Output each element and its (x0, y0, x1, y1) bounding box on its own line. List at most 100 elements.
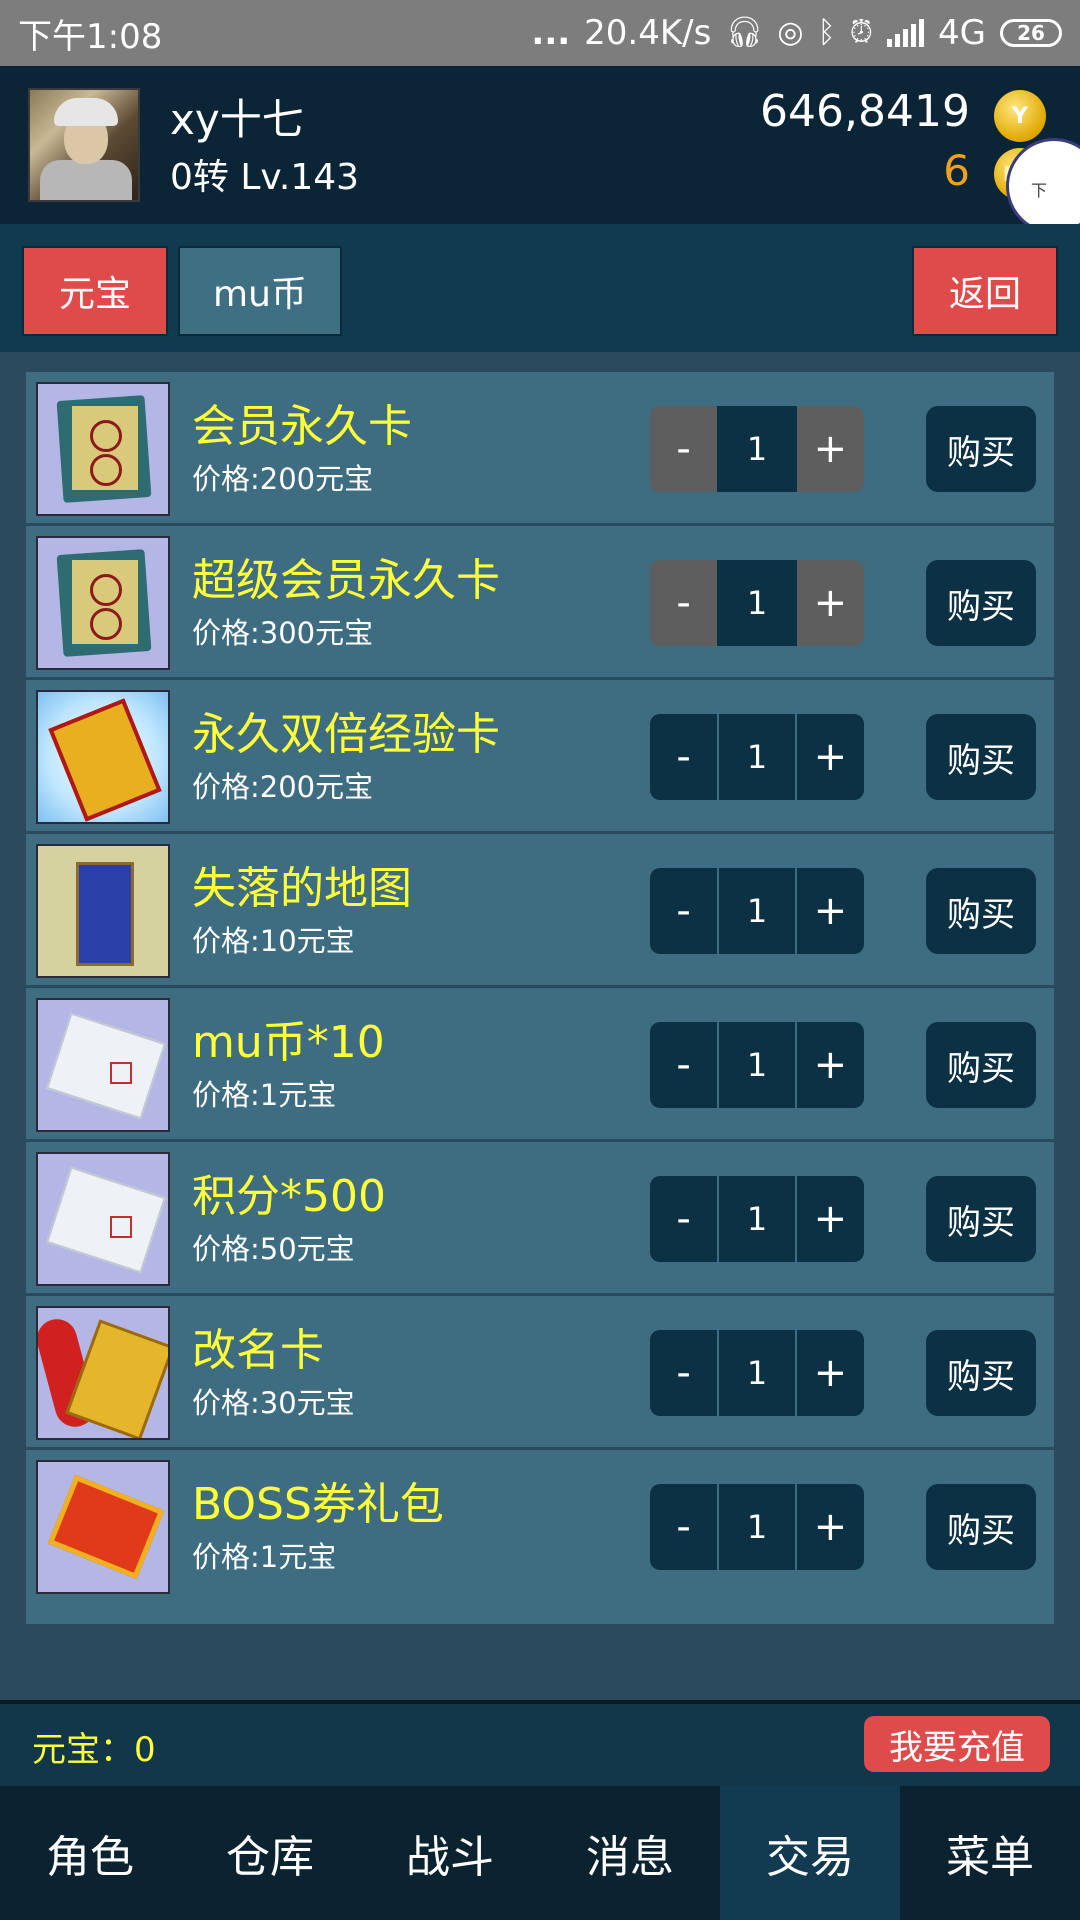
gold-coin-icon: Y (994, 90, 1046, 142)
network-speed: 20.4K/s (584, 13, 712, 53)
decrease-button[interactable]: - (650, 560, 718, 646)
list-item: 改名卡 价格:30元宝 - 1 + 购买 (26, 1296, 1054, 1450)
decrease-button[interactable]: - (650, 714, 718, 800)
increase-button[interactable]: + (796, 560, 864, 646)
item-price: 价格:1元宝 (192, 1540, 337, 1574)
list-item: 积分*500 价格:50元宝 - 1 + 购买 (26, 1142, 1054, 1296)
nav-warehouse[interactable]: 仓库 (180, 1786, 360, 1920)
quantity-stepper: - 1 + (650, 1330, 864, 1416)
shop-item-list: 会员永久卡 价格:200元宝 - 1 + 购买 超级会员永久卡 价格:300元宝… (26, 372, 1054, 1624)
currency-tabs-bar: 元宝 mu币 返回 (0, 224, 1080, 352)
item-name: 会员永久卡 (192, 401, 412, 452)
list-item: 永久双倍经验卡 价格:200元宝 - 1 + 购买 (26, 680, 1054, 834)
decrease-button[interactable]: - (650, 406, 718, 492)
item-price: 价格:30元宝 (192, 1386, 355, 1420)
list-item: 会员永久卡 价格:200元宝 - 1 + 购买 (26, 372, 1054, 526)
quantity-field[interactable]: 1 (717, 1484, 797, 1570)
status-bar: 下午1:08 ... 20.4K/s 🎧︎ ◎ ᛒ ⏰︎ 4G 26 (0, 0, 1080, 66)
bluetooth-icon: ᛒ (817, 15, 836, 50)
mu-amount: 6 (943, 146, 970, 195)
increase-button[interactable]: + (796, 1176, 864, 1262)
quantity-stepper: - 1 + (650, 868, 864, 954)
status-time: 下午1:08 (18, 16, 163, 57)
increase-button[interactable]: + (796, 868, 864, 954)
vip-card-icon (36, 382, 170, 516)
signal-icon (887, 19, 925, 47)
decrease-button[interactable]: - (650, 1022, 718, 1108)
headset-icon: 🎧︎ (725, 15, 764, 50)
network-type: 4G (938, 13, 986, 53)
gold-amount: 646,8419 (760, 86, 970, 137)
item-price: 价格:300元宝 (192, 616, 374, 650)
item-name: 永久双倍经验卡 (192, 709, 500, 760)
nav-role[interactable]: 角色 (0, 1786, 180, 1920)
list-item: mu币*10 价格:1元宝 - 1 + 购买 (26, 988, 1054, 1142)
buy-button[interactable]: 购买 (926, 560, 1036, 646)
floating-assistant-text: 下 (1031, 181, 1048, 200)
nav-battle[interactable]: 战斗 (360, 1786, 540, 1920)
double-exp-card-icon (36, 690, 170, 824)
buy-button[interactable]: 购买 (926, 1022, 1036, 1108)
quantity-field[interactable]: 1 (717, 1176, 797, 1262)
quantity-field[interactable]: 1 (717, 1022, 797, 1108)
quantity-field[interactable]: 1 (717, 714, 797, 800)
player-level: 0转 Lv.143 (170, 157, 360, 198)
tab-mu-coin[interactable]: mu币 (178, 246, 342, 336)
buy-button[interactable]: 购买 (926, 868, 1036, 954)
quantity-field[interactable]: 1 (717, 406, 797, 492)
decrease-button[interactable]: - (650, 868, 718, 954)
quantity-stepper: - 1 + (650, 1484, 864, 1570)
quantity-field[interactable]: 1 (717, 560, 797, 646)
increase-button[interactable]: + (796, 714, 864, 800)
list-item: 超级会员永久卡 价格:300元宝 - 1 + 购买 (26, 526, 1054, 680)
list-item: 失落的地图 价格:10元宝 - 1 + 购买 (26, 834, 1054, 988)
increase-button[interactable]: + (796, 406, 864, 492)
avatar[interactable] (28, 88, 140, 202)
tab-yuanbao[interactable]: 元宝 (22, 246, 168, 336)
buy-button[interactable]: 购买 (926, 1484, 1036, 1570)
status-icons: ... 20.4K/s 🎧︎ ◎ ᛒ ⏰︎ 4G 26 (531, 13, 1062, 53)
decrease-button[interactable]: - (650, 1330, 718, 1416)
player-header: xy十七 0转 Lv.143 646,8419 Y 6 Mu 下 (0, 66, 1080, 234)
decrease-button[interactable]: - (650, 1484, 718, 1570)
item-price: 价格:50元宝 (192, 1232, 355, 1266)
buy-button[interactable]: 购买 (926, 406, 1036, 492)
boss-ticket-icon (36, 1460, 170, 1594)
super-vip-card-icon (36, 536, 170, 670)
quantity-stepper: - 1 + (650, 406, 864, 492)
nav-menu[interactable]: 菜单 (900, 1786, 1080, 1920)
item-name: 超级会员永久卡 (192, 555, 500, 606)
gold-coin-glyph: Y (1012, 103, 1028, 129)
nav-trade[interactable]: 交易 (720, 1786, 900, 1920)
decrease-button[interactable]: - (650, 1176, 718, 1262)
quantity-stepper: - 1 + (650, 714, 864, 800)
rename-card-icon (36, 1306, 170, 1440)
back-button[interactable]: 返回 (912, 246, 1058, 336)
lost-map-icon (36, 844, 170, 978)
buy-button[interactable]: 购买 (926, 1330, 1036, 1416)
increase-button[interactable]: + (796, 1484, 864, 1570)
increase-button[interactable]: + (796, 1022, 864, 1108)
alarm-icon: ⏰︎ (849, 15, 874, 50)
quantity-stepper: - 1 + (650, 1176, 864, 1262)
item-price: 价格:10元宝 (192, 924, 355, 958)
quantity-stepper: - 1 + (650, 1022, 864, 1108)
hotspot-icon: ◎ (777, 15, 804, 50)
recharge-button[interactable]: 我要充值 (864, 1716, 1050, 1772)
increase-button[interactable]: + (796, 1330, 864, 1416)
bottom-nav: 角色 仓库 战斗 消息 交易 菜单 (0, 1786, 1080, 1920)
buy-button[interactable]: 购买 (926, 714, 1036, 800)
item-name: 改名卡 (192, 1325, 324, 1376)
quantity-field[interactable]: 1 (717, 1330, 797, 1416)
list-item: BOSS券礼包 价格:1元宝 - 1 + 购买 (26, 1450, 1054, 1608)
mu-coin-note-icon (36, 998, 170, 1132)
item-name: mu币*10 (192, 1017, 385, 1068)
player-name: xy十七 (170, 95, 304, 144)
battery-icon: 26 (1000, 19, 1062, 47)
item-price: 价格:1元宝 (192, 1078, 337, 1112)
points-note-icon (36, 1152, 170, 1286)
nav-messages[interactable]: 消息 (540, 1786, 720, 1920)
quantity-field[interactable]: 1 (717, 868, 797, 954)
status-dots: ... (531, 13, 571, 53)
buy-button[interactable]: 购买 (926, 1176, 1036, 1262)
